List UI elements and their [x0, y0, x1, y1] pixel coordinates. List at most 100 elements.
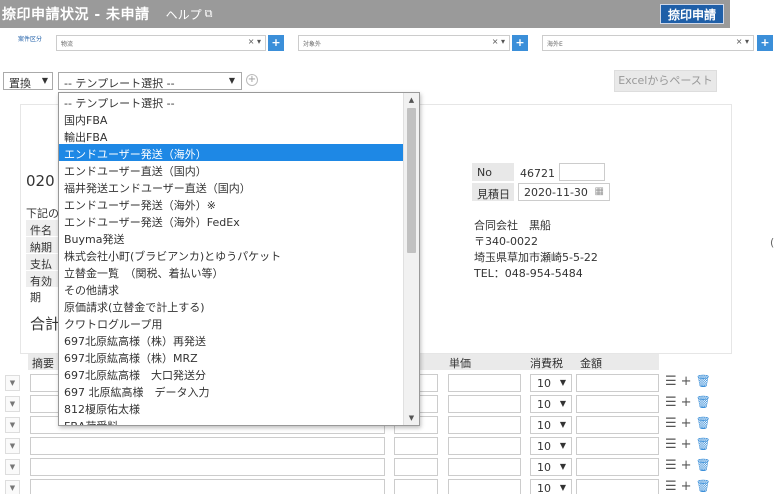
menu-icon[interactable]: ☰	[665, 395, 677, 410]
price-input[interactable]	[448, 395, 521, 413]
template-option[interactable]: -- テンプレート選択 --	[59, 93, 403, 110]
col-header-tax: 消費税	[526, 354, 576, 370]
menu-icon[interactable]: ☰	[665, 416, 677, 431]
template-option[interactable]: 株式会社小町(ブラビアンカ)とゆうパケット	[59, 246, 403, 263]
filter-select-3-value: 海外E	[547, 41, 563, 48]
template-option[interactable]: エンドユーザー発送（海外）FedEx	[59, 212, 403, 229]
amount-input[interactable]	[576, 395, 659, 413]
add-template-icon[interactable]: +	[246, 74, 258, 86]
tax-select[interactable]: 10 ▼	[530, 416, 572, 434]
filter-clear-2[interactable]: × ▾	[492, 37, 505, 46]
amount-input[interactable]	[576, 437, 659, 455]
tax-select[interactable]: 10 ▼	[530, 437, 572, 455]
template-option[interactable]: 812榎原佑太様	[59, 399, 403, 416]
row-actions: ☰ + 🗑	[665, 458, 711, 473]
price-input[interactable]	[448, 416, 521, 434]
template-option[interactable]: エンドユーザー発送（海外）※	[59, 195, 403, 212]
price-input[interactable]	[448, 374, 521, 392]
summary-input[interactable]	[30, 458, 385, 476]
quantity-input[interactable]	[394, 479, 438, 494]
tax-select[interactable]: 10 ▼	[530, 479, 572, 494]
amount-input[interactable]	[576, 458, 659, 476]
dropdown-scrollbar[interactable]: ▲ ▼	[403, 93, 419, 425]
template-option[interactable]: 原価請求(立替金で計上する)	[59, 297, 403, 314]
trash-icon[interactable]: 🗑	[696, 395, 711, 410]
price-input[interactable]	[448, 458, 521, 476]
amount-input[interactable]	[576, 479, 659, 494]
quantity-input[interactable]	[394, 437, 438, 455]
no-suffix-input[interactable]	[559, 163, 605, 181]
row-menu-icon[interactable]: ▼	[5, 459, 20, 475]
add-icon[interactable]: +	[681, 458, 692, 473]
help-link[interactable]: ヘルプ	[166, 6, 202, 23]
replace-select[interactable]: 置換 ▼	[3, 72, 53, 90]
add-icon[interactable]: +	[681, 479, 692, 494]
trash-icon[interactable]: 🗑	[696, 416, 711, 431]
menu-icon[interactable]: ☰	[665, 479, 677, 494]
template-option[interactable]: 697北原紘高様 大口発送分	[59, 365, 403, 382]
tax-select[interactable]: 10 ▼	[530, 458, 572, 476]
template-option[interactable]: 立替金一覧 （関税、着払い等）	[59, 263, 403, 280]
trash-icon[interactable]: 🗑	[696, 437, 711, 452]
filter-clear-1[interactable]: × ▾	[248, 37, 261, 46]
template-option[interactable]: クワトログループ用	[59, 314, 403, 331]
price-input[interactable]	[448, 479, 521, 494]
template-option[interactable]: 697 北原紘高様 データ入力	[59, 382, 403, 399]
filter-select-1[interactable]: 物流 × ▾	[56, 35, 266, 51]
trash-icon[interactable]: 🗑	[696, 479, 711, 494]
row-menu-icon[interactable]: ▼	[5, 375, 20, 391]
add-icon[interactable]: +	[681, 416, 692, 431]
tax-select[interactable]: 10 ▼	[530, 374, 572, 392]
row-menu-icon[interactable]: ▼	[5, 396, 20, 412]
filter-clear-3[interactable]: × ▾	[736, 37, 749, 46]
field-label-payment: 支払	[26, 254, 58, 271]
add-icon[interactable]: +	[681, 437, 692, 452]
quantity-input[interactable]	[394, 458, 438, 476]
template-dropdown-list[interactable]: -- テンプレート選択 -- 国内FBA 輸出FBA エンドユーザー発送（海外） エンド…	[58, 92, 420, 426]
template-option[interactable]: 国内FBA	[59, 110, 403, 127]
filter-select-3[interactable]: 海外E × ▾	[542, 35, 754, 51]
filter-select-2[interactable]: 対象外 × ▾	[298, 35, 510, 51]
row-menu-icon[interactable]: ▼	[5, 417, 20, 433]
template-option[interactable]: FBA荷受料	[59, 416, 403, 425]
template-option[interactable]: 697北原紘高様（株）再発送	[59, 331, 403, 348]
calendar-icon[interactable]: ▦	[595, 186, 604, 197]
filter-add-button-2[interactable]: +	[512, 35, 528, 51]
estimate-date-input[interactable]: 2020-11-30 ▦	[518, 183, 610, 201]
amount-input[interactable]	[576, 374, 659, 392]
menu-icon[interactable]: ☰	[665, 437, 677, 452]
summary-input[interactable]	[30, 437, 385, 455]
tax-select[interactable]: 10 ▼	[530, 395, 572, 413]
row-menu-icon[interactable]: ▼	[5, 438, 20, 454]
amount-input[interactable]	[576, 416, 659, 434]
price-input[interactable]	[448, 437, 521, 455]
row-menu-icon[interactable]: ▼	[5, 480, 20, 494]
template-option[interactable]: Buyma発送	[59, 229, 403, 246]
trash-icon[interactable]: 🗑	[696, 458, 711, 473]
summary-input[interactable]	[30, 479, 385, 494]
col-header-summary: 摘要	[28, 354, 58, 370]
filter-add-button-3[interactable]: +	[757, 35, 773, 51]
template-option[interactable]: 福井発送エンドユーザー直送（国内）	[59, 178, 403, 195]
template-option[interactable]: エンドユーザー直送（国内）	[59, 161, 403, 178]
chevron-down-icon: ▼	[559, 378, 566, 387]
filter-add-button-1[interactable]: +	[268, 35, 284, 51]
trash-icon[interactable]: 🗑	[696, 374, 711, 389]
excel-paste-button[interactable]: Excelからペースト	[614, 70, 717, 92]
stamp-request-button[interactable]: 捺印申請	[659, 4, 724, 24]
filter-label: 案件区分	[18, 36, 43, 43]
add-icon[interactable]: +	[681, 395, 692, 410]
scroll-down-icon[interactable]: ▼	[404, 411, 419, 425]
template-option[interactable]: エンドユーザー発送（海外）	[59, 144, 403, 161]
add-icon[interactable]: +	[681, 374, 692, 389]
scrollbar-thumb[interactable]	[407, 108, 416, 253]
menu-icon[interactable]: ☰	[665, 374, 677, 389]
scroll-up-icon[interactable]: ▲	[404, 93, 419, 107]
template-select[interactable]: -- テンプレート選択 -- ▼	[58, 72, 242, 90]
template-option[interactable]: その他請求	[59, 280, 403, 297]
menu-icon[interactable]: ☰	[665, 458, 677, 473]
template-option[interactable]: 697北原紘高様（株）MRZ	[59, 348, 403, 365]
row-actions: ☰ + 🗑	[665, 395, 711, 410]
template-option[interactable]: 輸出FBA	[59, 127, 403, 144]
external-link-icon[interactable]: ⧉	[205, 7, 213, 21]
